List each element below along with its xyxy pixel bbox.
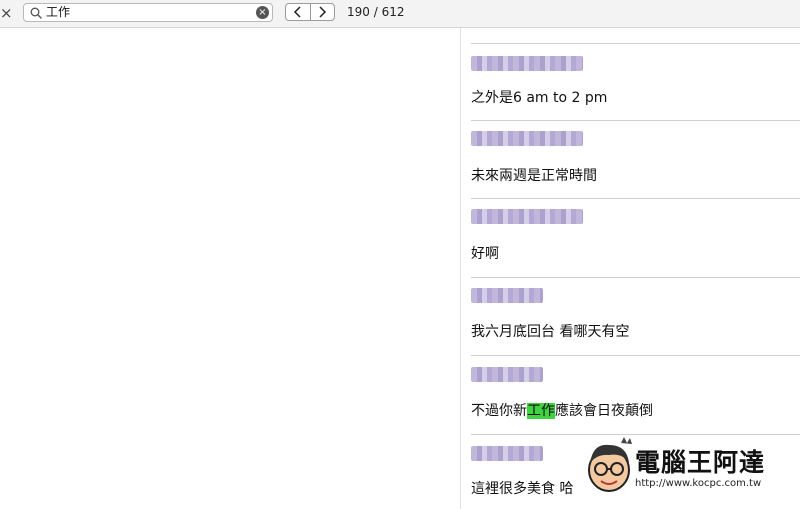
message-separator [471,355,800,356]
previous-match-button[interactable] [286,4,310,20]
sender-name-blurred [471,288,543,303]
clear-search-button[interactable]: × [256,6,269,19]
message-text: 好啊 [471,246,499,262]
sender-name-blurred [471,446,543,461]
message-separator [471,43,800,44]
message-separator [471,277,800,278]
sender-name-blurred [471,209,583,224]
message-text: 這裡很多美食 哈 [471,481,574,497]
match-nav [285,3,335,21]
message-text-after: 應該會日夜顛倒 [555,403,653,419]
chevron-left-icon [293,6,301,18]
match-count: 190 / 612 [347,5,405,19]
search-icon [30,7,42,19]
message-text: 不過你新工作應該會日夜顛倒 [471,400,653,420]
message-separator [471,198,800,199]
sender-name-blurred [471,367,543,382]
message-text: 我六月底回台 看哪天有空 [471,324,630,340]
find-bar: × 工作 × 190 / 612 [0,0,800,28]
message-separator [471,434,800,435]
search-box[interactable]: 工作 × [23,3,273,22]
watermark: 電腦王阿達 http://www.kocpc.com.tw [583,437,793,497]
sender-name-blurred [471,56,583,71]
search-input[interactable]: 工作 [46,4,246,21]
message-text: 之外是6 am to 2 pm [471,90,608,106]
message-text: 未來兩週是正常時間 [471,168,597,184]
watermark-title: 電腦王阿達 [635,448,766,477]
close-find-button[interactable]: × [0,3,13,23]
left-pane [0,28,460,509]
mascot-icon [588,437,632,492]
next-match-button[interactable] [309,4,335,20]
chevron-right-icon [319,6,327,18]
message-text-before: 不過你新 [471,403,527,419]
message-separator [471,120,800,121]
search-match-highlight: 工作 [527,403,555,419]
sender-name-blurred [471,131,583,146]
watermark-url: http://www.kocpc.com.tw [635,478,762,489]
